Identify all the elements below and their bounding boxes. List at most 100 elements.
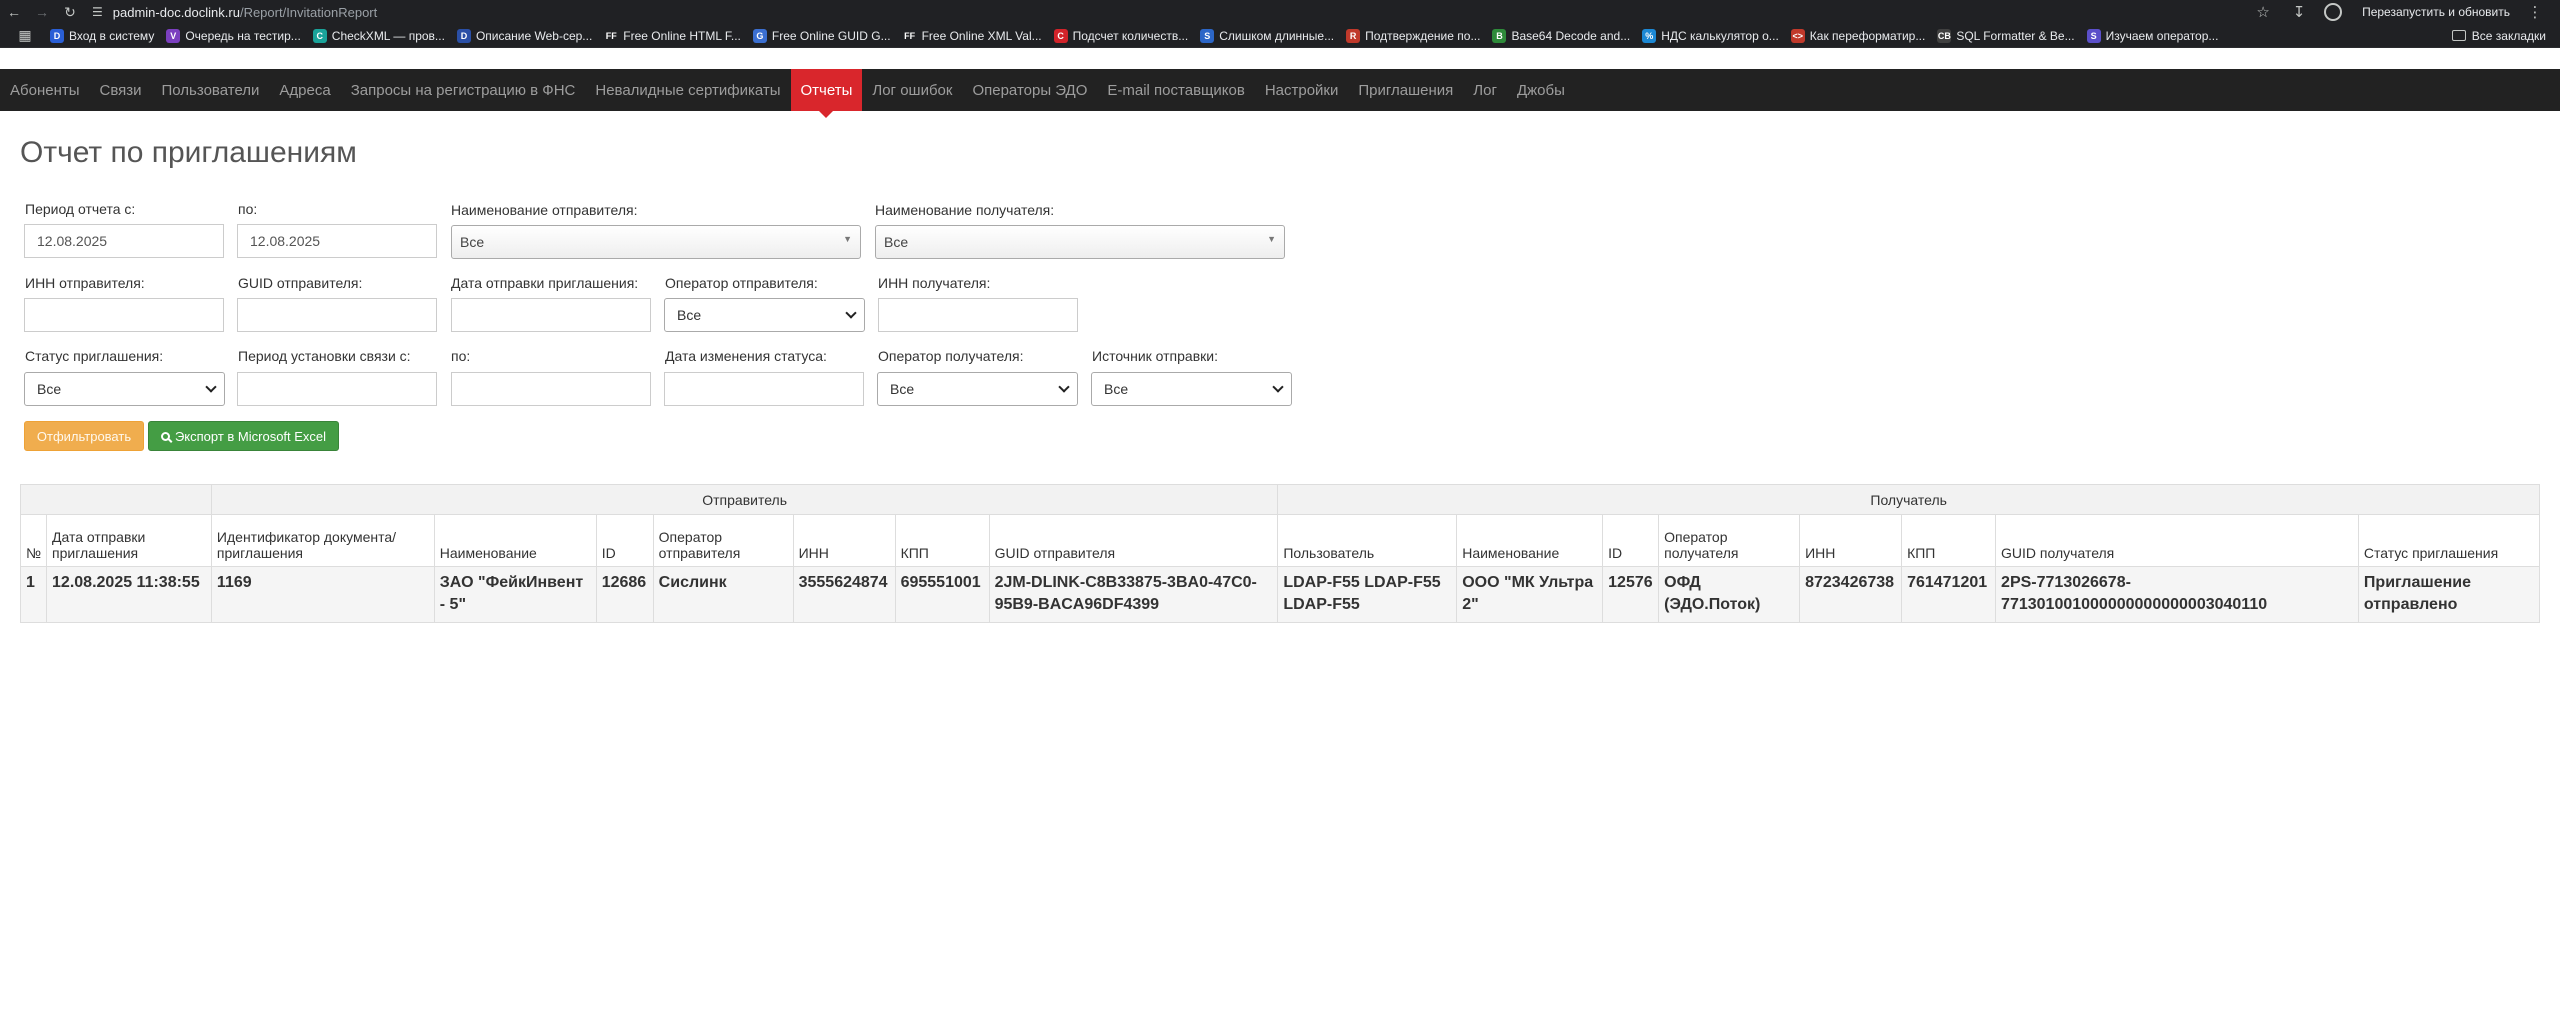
bookmark-item[interactable]: CB SQL Formatter & Be... bbox=[1937, 28, 2075, 43]
status-change-label: Дата изменения статуса: bbox=[665, 348, 827, 364]
relaunch-button[interactable]: Перезапустить и обновить bbox=[2362, 5, 2510, 19]
profile-avatar[interactable] bbox=[2324, 3, 2343, 21]
source-value: Все bbox=[1104, 381, 1129, 397]
bookmark-label: Описание Web-сер... bbox=[475, 28, 593, 43]
sender-operator-select[interactable]: Все bbox=[664, 298, 865, 332]
column-header[interactable]: Пользователь bbox=[1277, 514, 1458, 567]
bookmark-item[interactable]: G Free Online GUID G... bbox=[752, 28, 891, 43]
column-header[interactable]: GUID получателя bbox=[1995, 514, 2359, 567]
nav-item[interactable]: Отчеты bbox=[790, 69, 863, 118]
status-select[interactable]: Все bbox=[24, 372, 225, 406]
column-header[interactable]: ИНН bbox=[792, 514, 896, 567]
nav-item[interactable]: Операторы ЭДО bbox=[962, 69, 1097, 111]
back-icon[interactable]: ← bbox=[0, 4, 28, 20]
bookmark-favicon-icon: C bbox=[312, 28, 327, 43]
nav-item[interactable]: Лог ошибок bbox=[862, 69, 962, 111]
column-header[interactable]: Статус приглашения bbox=[2357, 514, 2541, 567]
table-cell: 2PS-7713026678-7713010010000000000000030… bbox=[1995, 566, 2359, 623]
period-to-input[interactable]: 12.08.2025 bbox=[237, 224, 437, 258]
status-change-input[interactable] bbox=[664, 372, 864, 406]
status-value: Все bbox=[37, 381, 62, 397]
link-period-to-input[interactable] bbox=[451, 372, 651, 406]
column-header[interactable]: Оператор отправителя bbox=[652, 514, 794, 567]
bookmark-item[interactable]: D Описание Web-сер... bbox=[456, 28, 593, 43]
source-select[interactable]: Все bbox=[1091, 372, 1292, 406]
bookmark-label: CheckXML — пров... bbox=[331, 28, 445, 43]
bookmark-label: SQL Formatter & Be... bbox=[1956, 28, 2075, 43]
period-from-input[interactable]: 12.08.2025 bbox=[24, 224, 224, 258]
bookmark-item[interactable]: C Подсчет количеств... bbox=[1053, 28, 1188, 43]
bookmark-item[interactable]: FF Free Online XML Val... bbox=[902, 28, 1042, 43]
menu-icon[interactable]: ⋮ bbox=[2524, 3, 2546, 21]
bookmark-label: Free Online XML Val... bbox=[921, 28, 1042, 43]
nav-item[interactable]: Настройки bbox=[1255, 69, 1349, 111]
column-header[interactable]: ИНН bbox=[1799, 514, 1903, 567]
nav-item[interactable]: E-mail поставщиков bbox=[1097, 69, 1254, 111]
send-date-input[interactable] bbox=[451, 298, 651, 332]
bookmark-item[interactable]: V Очередь на тестир... bbox=[166, 28, 301, 43]
table-cell: ОФД (ЭДО.Поток) bbox=[1658, 566, 1801, 623]
forward-icon[interactable]: → bbox=[28, 4, 56, 20]
bookmark-item[interactable]: FF Free Online HTML F... bbox=[604, 28, 741, 43]
site-settings-icon[interactable]: ☰ bbox=[92, 5, 103, 19]
recipient-operator-select[interactable]: Все bbox=[877, 372, 1078, 406]
bookmark-item[interactable]: R Подтверждение по... bbox=[1346, 28, 1480, 43]
group-header-empty bbox=[20, 484, 212, 515]
bookmark-item[interactable]: % НДС калькулятор о... bbox=[1642, 28, 1779, 43]
sender-inn-input[interactable] bbox=[24, 298, 224, 332]
recipient-name-select[interactable]: Все ▼ bbox=[875, 225, 1285, 259]
table-row[interactable]: 1 12.08.2025 11:38:55 1169 ЗАО "ФейкИнвент … bbox=[19, 566, 2541, 623]
all-bookmarks[interactable]: Все закладки bbox=[2451, 29, 2546, 43]
column-header[interactable]: ID bbox=[595, 514, 654, 567]
nav-item[interactable]: Невалидные сертификаты bbox=[585, 69, 790, 111]
period-to-label: по: bbox=[238, 201, 258, 217]
dropdown-arrow-icon: ▼ bbox=[1267, 234, 1276, 244]
browser-toolbar: ← → ↻ ☰ padmin-doc.doclink.ru/Report/Inv… bbox=[0, 0, 2560, 24]
apps-grid-icon[interactable]: ▦ bbox=[12, 27, 38, 44]
column-header[interactable]: Оператор получателя bbox=[1658, 514, 1801, 567]
nav-item[interactable]: Лог bbox=[1463, 69, 1507, 111]
column-header[interactable]: Наименование bbox=[433, 514, 597, 567]
nav-item[interactable]: Абоненты bbox=[0, 69, 90, 111]
export-excel-button[interactable]: Экспорт в Microsoft Excel bbox=[148, 421, 339, 451]
nav-item[interactable]: Джобы bbox=[1507, 69, 1575, 111]
bookmark-item[interactable]: S Слишком длинные... bbox=[1200, 28, 1334, 43]
reload-icon[interactable]: ↻ bbox=[56, 4, 84, 21]
column-header[interactable]: GUID отправителя bbox=[988, 514, 1279, 567]
star-icon[interactable]: ☆ bbox=[2252, 3, 2274, 21]
nav-item[interactable]: Пользователи bbox=[152, 69, 270, 111]
bookmark-item[interactable]: S Изучаем оператор... bbox=[2086, 28, 2218, 43]
bookmark-item[interactable]: B Base64 Decode and... bbox=[1492, 28, 1630, 43]
column-header[interactable]: № bbox=[19, 514, 48, 567]
link-period-from-input[interactable] bbox=[237, 372, 437, 406]
nav-item[interactable]: Связи bbox=[90, 69, 152, 111]
bookmark-label: Free Online GUID G... bbox=[771, 28, 891, 43]
bookmark-item[interactable]: C CheckXML — пров... bbox=[312, 28, 445, 43]
nav-item[interactable]: Приглашения bbox=[1348, 69, 1463, 111]
sender-guid-input[interactable] bbox=[237, 298, 437, 332]
column-header[interactable]: Идентификатор документа/ приглашения bbox=[210, 514, 435, 567]
send-date-label: Дата отправки приглашения: bbox=[451, 275, 639, 291]
nav-item[interactable]: Адреса bbox=[269, 69, 340, 111]
recipient-inn-input[interactable] bbox=[878, 298, 1078, 332]
filter-button[interactable]: Отфильтровать bbox=[24, 421, 144, 451]
url-path: /Report/InvitationReport bbox=[239, 4, 378, 20]
bookmarks-bar: ▦ D Вход в систему V Очередь на тестир... C C… bbox=[0, 24, 2560, 48]
bookmark-favicon-icon: <> bbox=[1790, 28, 1805, 43]
address-bar[interactable]: ☰ padmin-doc.doclink.ru/Report/Invitatio… bbox=[92, 5, 377, 20]
nav-item[interactable]: Запросы на регистрацию в ФНС bbox=[341, 69, 586, 111]
column-header[interactable]: Наименование bbox=[1456, 514, 1604, 567]
column-header[interactable]: КПП bbox=[1901, 514, 1997, 567]
source-label: Источник отправки: bbox=[1092, 348, 1218, 364]
bookmark-item[interactable]: <> Как переформатир... bbox=[1790, 28, 1925, 43]
column-header[interactable]: Дата отправки приглашения bbox=[46, 514, 212, 567]
download-icon[interactable]: ↧ bbox=[2288, 3, 2310, 21]
column-header[interactable]: ID bbox=[1602, 514, 1660, 567]
sender-name-select[interactable]: Все ▼ bbox=[451, 225, 861, 259]
sender-inn-label: ИНН отправителя: bbox=[25, 275, 145, 291]
column-header[interactable]: КПП bbox=[894, 514, 990, 567]
bookmark-favicon-icon: % bbox=[1642, 28, 1657, 43]
bookmark-item[interactable]: D Вход в систему bbox=[50, 28, 154, 43]
table-header-row: № Дата отправки приглашения Идентификатор … bbox=[19, 514, 2541, 567]
period-from-label: Период отчета с: bbox=[25, 201, 136, 217]
